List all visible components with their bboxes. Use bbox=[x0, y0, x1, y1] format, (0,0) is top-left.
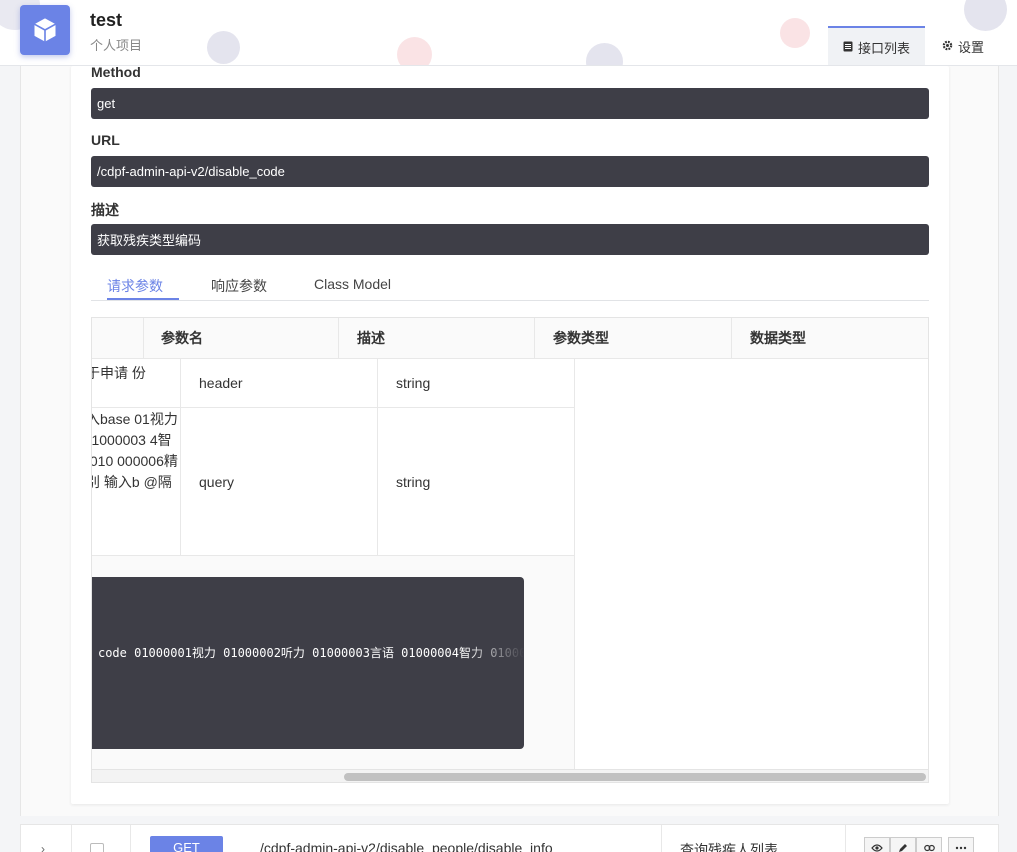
desc-label: 描述 bbox=[91, 202, 119, 218]
code-example-text: code 01000001视力 01000002听力 01000003言语 01… bbox=[97, 646, 524, 660]
list-item-url[interactable]: /cdpf-admin-api-v2/disable_people/disabl… bbox=[260, 840, 553, 852]
desc-value: 获取残疾类型编码 bbox=[91, 224, 929, 255]
horizontal-scrollbar[interactable] bbox=[92, 769, 928, 782]
code-example: code 01000001视力 01000002听力 01000003言语 01… bbox=[92, 577, 524, 749]
row-param-type: query bbox=[181, 408, 378, 555]
row-desc-cell: 用于申请 份 bbox=[92, 359, 181, 407]
param-tabs: 请求参数 响应参数 Class Model bbox=[91, 266, 929, 301]
method-label: Method bbox=[91, 64, 141, 80]
tab-request-params[interactable]: 请求参数 bbox=[107, 276, 163, 296]
list-item-desc: 查询残疾人列表 bbox=[680, 842, 778, 852]
project-title: test bbox=[90, 10, 123, 30]
row-data-type: string bbox=[378, 408, 574, 555]
tab-interface-list-label: 接口列表 bbox=[857, 40, 910, 56]
method-value: get bbox=[91, 88, 929, 119]
document-icon bbox=[843, 40, 853, 55]
row-data-type: string bbox=[378, 359, 574, 407]
project-subtitle: 个人项目 bbox=[90, 38, 143, 53]
project-header: test 个人项目 接口列表 设置 bbox=[0, 0, 1017, 66]
col-param-type: 参数类型 bbox=[535, 318, 732, 358]
row-desc-text: 用于申请 份 bbox=[92, 365, 146, 381]
request-params-table: 参数名 描述 参数类型 数据类型 用于申请 份 header string 输入… bbox=[91, 317, 929, 783]
eye-icon[interactable] bbox=[864, 837, 890, 852]
tab-settings-label: 设置 bbox=[958, 39, 985, 55]
active-tab-indicator bbox=[107, 298, 179, 300]
project-logo-icon[interactable] bbox=[20, 5, 70, 55]
tab-response-params[interactable]: 响应参数 bbox=[211, 276, 267, 296]
table-row: 用于申请 份 header string bbox=[92, 359, 574, 408]
table-row: 输入base 01视力 01 1000003 4智力 010 000006精 类… bbox=[92, 408, 574, 556]
edit-icon[interactable] bbox=[890, 837, 916, 852]
page: test 个人项目 接口列表 设置 Method get URL /cdpf-a… bbox=[0, 0, 1017, 852]
tab-interface-list[interactable]: 接口列表 bbox=[828, 26, 925, 65]
url-value: /cdpf-admin-api-v2/disable_code bbox=[91, 156, 929, 187]
col-data-type: 数据类型 bbox=[750, 330, 806, 346]
tab-settings[interactable]: 设置 bbox=[942, 26, 985, 65]
url-label: URL bbox=[91, 132, 120, 148]
tab-class-model[interactable]: Class Model bbox=[314, 276, 391, 292]
expand-chevron-icon[interactable]: › bbox=[41, 842, 45, 852]
row-param-type: header bbox=[181, 359, 378, 407]
more-icon[interactable] bbox=[948, 837, 974, 852]
method-badge: GET bbox=[150, 836, 223, 852]
row-desc-cell: 输入base 01视力 01 1000003 4智力 010 000006精 类… bbox=[92, 408, 181, 555]
col-expand bbox=[92, 318, 144, 358]
gear-icon bbox=[942, 39, 953, 54]
row-desc-text: 输入base 01视力 01 1000003 4智力 010 000006精 类… bbox=[92, 411, 178, 490]
row-checkbox[interactable] bbox=[90, 843, 104, 852]
table-body-scroll: 用于申请 份 header string 输入base 01视力 01 1000… bbox=[92, 359, 575, 769]
col-description: 描述 bbox=[339, 318, 535, 358]
link-icon[interactable] bbox=[916, 837, 942, 852]
scrollbar-thumb[interactable] bbox=[344, 773, 926, 781]
table-header: 参数名 描述 参数类型 数据类型 bbox=[92, 318, 928, 359]
col-param-name: 参数名 bbox=[144, 318, 339, 358]
